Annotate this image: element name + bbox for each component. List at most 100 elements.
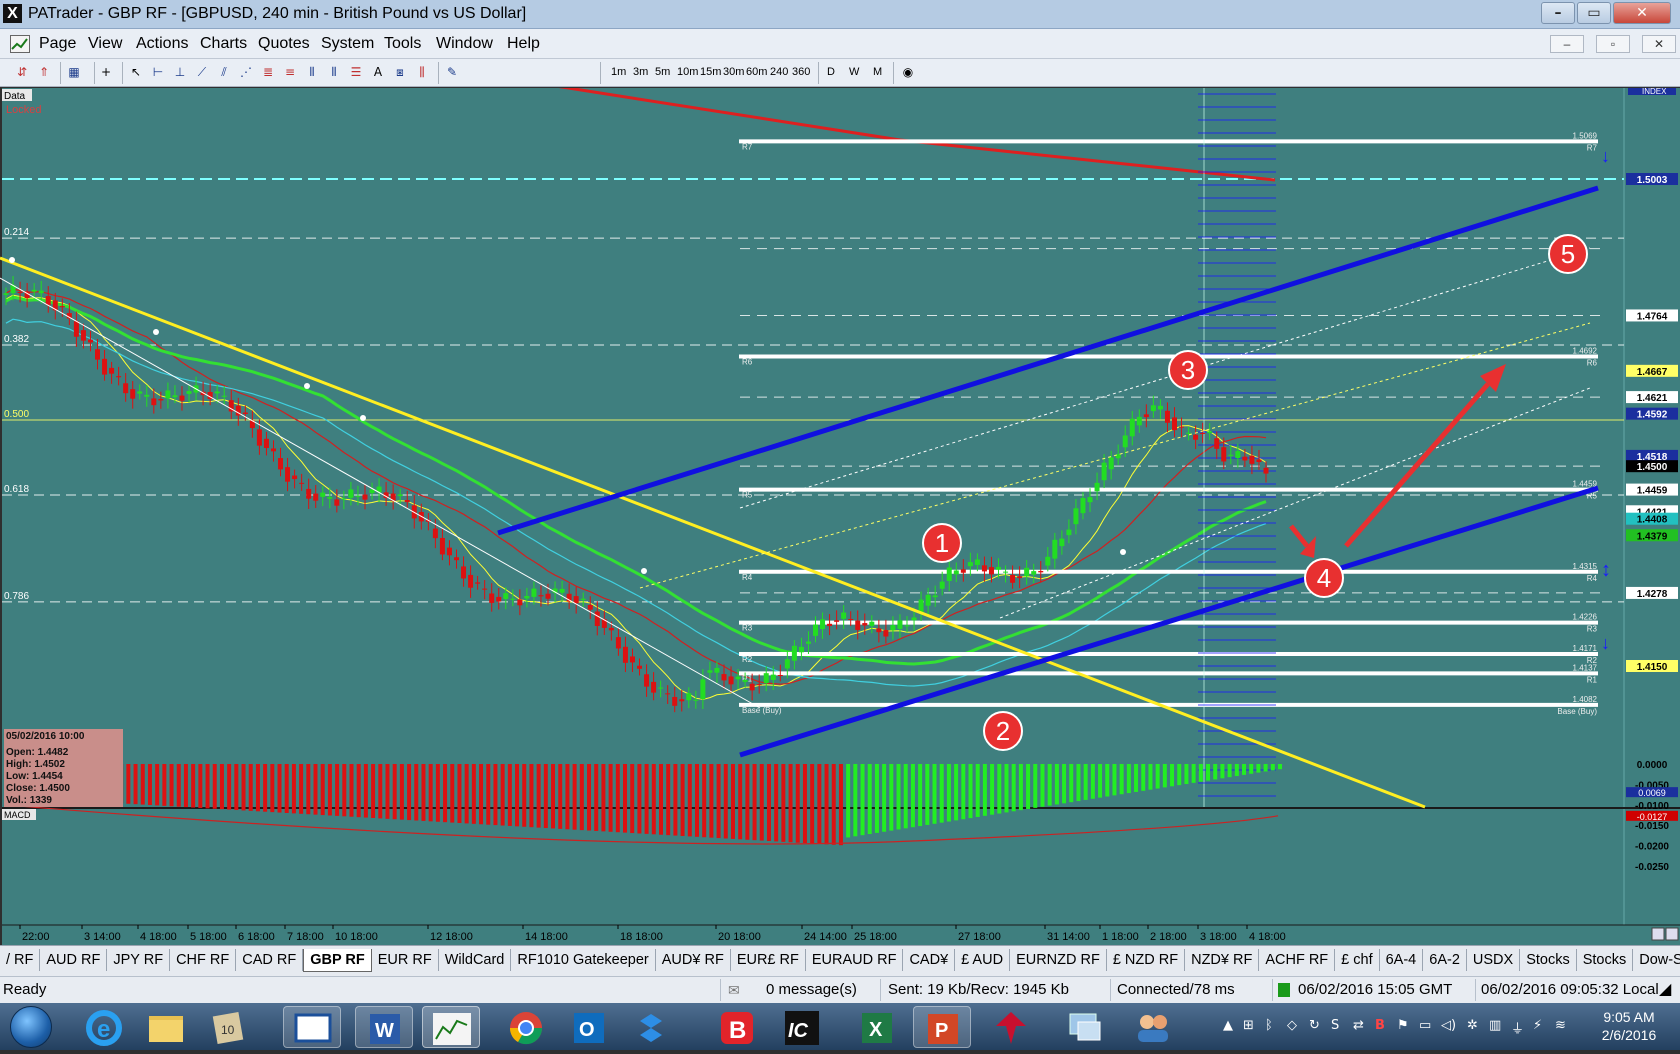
trendline-icon[interactable]: ⟋ bbox=[194, 64, 210, 80]
menu-tools[interactable]: Tools bbox=[384, 35, 421, 53]
tf-1m[interactable]: 1m bbox=[611, 66, 626, 78]
settings-tray-icon[interactable]: ✲ bbox=[1467, 1018, 1478, 1033]
crosshair-icon[interactable]: + bbox=[98, 64, 114, 80]
tab-rf-0[interactable]: / RF bbox=[0, 949, 41, 971]
pivot-icon[interactable]: ☰ bbox=[348, 64, 364, 80]
eagle-app-icon[interactable] bbox=[982, 1006, 1040, 1048]
tab-6a-4-19[interactable]: 6A-4 bbox=[1380, 949, 1424, 971]
menu-quotes[interactable]: Quotes bbox=[258, 35, 310, 53]
pointer-icon[interactable]: ↖ bbox=[128, 64, 144, 80]
teamviewer-tray-icon[interactable]: ⇄ bbox=[1353, 1018, 1364, 1033]
status-messages[interactable]: 0 message(s) bbox=[766, 981, 857, 998]
price-chart[interactable]: 22:00 3 14:00 4 18:00 5 18:00 6 18:00 7 18:00… bbox=[0, 80, 1680, 945]
skype-tray-icon[interactable]: S bbox=[1331, 1018, 1339, 1033]
tab-achf-rf-17[interactable]: ACHF RF bbox=[1259, 949, 1336, 971]
tf-240[interactable]: 240 bbox=[770, 66, 788, 78]
network-app-icon[interactable] bbox=[1056, 1006, 1114, 1048]
b-tray-icon[interactable]: B bbox=[1375, 1018, 1385, 1033]
gann-icon[interactable]: ⧆ bbox=[392, 64, 408, 80]
wifi-tray-icon[interactable]: ≋ bbox=[1555, 1018, 1566, 1033]
fib-extension-icon[interactable]: ≡ bbox=[282, 64, 298, 80]
mdi-restore-button[interactable]: ▫ bbox=[1596, 35, 1630, 53]
chart-scroll-icon[interactable] bbox=[1665, 927, 1679, 941]
resize-grip-icon[interactable]: ◢ bbox=[1659, 979, 1671, 999]
close-button[interactable]: ✕ bbox=[1613, 2, 1671, 24]
fib-retracement-icon[interactable]: ≣ bbox=[260, 64, 276, 80]
tab-chf-18[interactable]: £ chf bbox=[1335, 949, 1380, 971]
menu-charts[interactable]: Charts bbox=[200, 35, 247, 53]
usb-tray-icon[interactable]: ⏚ bbox=[1511, 1018, 1524, 1037]
fib-time-icon[interactable]: ⫴ bbox=[304, 64, 320, 80]
tf-monthly[interactable]: M bbox=[873, 66, 882, 78]
tab-euraud-rf-11[interactable]: EURAUD RF bbox=[806, 949, 904, 971]
mdi-close-button[interactable]: ✕ bbox=[1642, 35, 1676, 53]
powerpoint-icon[interactable]: P bbox=[913, 1006, 971, 1048]
tab-eurnzd-rf-14[interactable]: EURNZD RF bbox=[1010, 949, 1107, 971]
b-app-icon[interactable]: B bbox=[708, 1006, 766, 1048]
flag-tray-icon[interactable]: ⚑ bbox=[1397, 1018, 1409, 1033]
monitor-tray-icon[interactable]: ▭ bbox=[1419, 1018, 1431, 1033]
tab-6a-2-20[interactable]: 6A-2 bbox=[1423, 949, 1467, 971]
tab-rf1010-gatekeeper-8[interactable]: RF1010 Gatekeeper bbox=[511, 949, 656, 971]
tf-15m[interactable]: 15m bbox=[700, 66, 721, 78]
minimize-button[interactable]: – bbox=[1541, 2, 1575, 24]
bluetooth-tray-icon[interactable]: ᛒ bbox=[1265, 1018, 1273, 1033]
horizontal-line-icon[interactable]: ⊢ bbox=[150, 64, 166, 80]
calendar-app-icon[interactable]: 10 bbox=[199, 1006, 257, 1048]
tf-weekly[interactable]: W bbox=[849, 66, 859, 78]
tab-gbp-rf-5[interactable]: GBP RF bbox=[303, 949, 372, 972]
text-tool-icon[interactable]: A bbox=[370, 64, 386, 80]
chart-menu-icon[interactable] bbox=[10, 35, 30, 53]
buy-sell-icon[interactable]: ⇵ bbox=[14, 64, 30, 80]
menu-actions[interactable]: Actions bbox=[136, 35, 188, 53]
menu-help[interactable]: Help bbox=[507, 35, 540, 53]
taskbar-clock[interactable]: 9:05 AM 2/6/2016 bbox=[1584, 1008, 1674, 1044]
internet-explorer-icon[interactable]: e bbox=[75, 1006, 133, 1048]
tab-eur-rf-6[interactable]: EUR RF bbox=[372, 949, 439, 971]
volume-tray-icon[interactable]: ◁) bbox=[1441, 1018, 1456, 1033]
tf-60m[interactable]: 60m bbox=[746, 66, 767, 78]
tab-nzd-rf-15[interactable]: £ NZD RF bbox=[1107, 949, 1186, 971]
andrews-pitchfork-icon[interactable]: ⫼ bbox=[414, 64, 430, 80]
tf-5m[interactable]: 5m bbox=[655, 66, 670, 78]
window-app-icon[interactable] bbox=[283, 1006, 341, 1048]
tab-aud-13[interactable]: £ AUD bbox=[955, 949, 1011, 971]
users-app-icon[interactable] bbox=[1124, 1006, 1182, 1048]
word-icon[interactable]: W bbox=[355, 1006, 413, 1048]
chart-settings-icon[interactable] bbox=[1651, 927, 1665, 941]
sync-tray-icon[interactable]: ↻ bbox=[1309, 1018, 1320, 1033]
tab-dow-sp-24[interactable]: Dow-SP bbox=[1633, 949, 1680, 971]
windows-flag-tray-icon[interactable]: ⊞ bbox=[1243, 1018, 1254, 1033]
file-explorer-icon[interactable] bbox=[137, 1006, 195, 1048]
ic-app-icon[interactable]: IC bbox=[773, 1006, 831, 1048]
chart-area[interactable]: 22:00 3 14:00 4 18:00 5 18:00 6 18:00 7 18:00… bbox=[0, 80, 1680, 945]
draw-pen-icon[interactable]: ✎ bbox=[444, 64, 460, 80]
cycle-lines-icon[interactable]: ⦀ bbox=[326, 64, 342, 80]
clock-icon[interactable]: ◉ bbox=[900, 64, 916, 80]
network-tray-icon[interactable]: ▥ bbox=[1489, 1018, 1501, 1033]
tab-aud-rf-1[interactable]: AUD RF bbox=[40, 949, 108, 971]
tab-cad-rf-4[interactable]: CAD RF bbox=[236, 949, 304, 971]
outlook-icon[interactable]: O bbox=[560, 1006, 618, 1048]
menu-page[interactable]: Page bbox=[39, 35, 76, 53]
excel-icon[interactable]: X bbox=[848, 1006, 906, 1048]
tab-eur-rf-10[interactable]: EUR£ RF bbox=[731, 949, 806, 971]
tf-10m[interactable]: 10m bbox=[677, 66, 698, 78]
tab-nzd-rf-16[interactable]: NZD¥ RF bbox=[1185, 949, 1260, 971]
tf-30m[interactable]: 30m bbox=[723, 66, 744, 78]
order-icon[interactable]: ⇑ bbox=[36, 64, 52, 80]
menu-view[interactable]: View bbox=[88, 35, 122, 53]
show-hidden-icons[interactable]: ▲ bbox=[1223, 1018, 1233, 1033]
tf-360[interactable]: 360 bbox=[792, 66, 810, 78]
vertical-line-icon[interactable]: ⊥ bbox=[172, 64, 188, 80]
tf-daily[interactable]: D bbox=[827, 66, 835, 78]
mdi-minimize-button[interactable]: – bbox=[1550, 35, 1584, 53]
tab-aud-rf-9[interactable]: AUD¥ RF bbox=[656, 949, 731, 971]
dropbox-icon[interactable] bbox=[622, 1006, 680, 1048]
tab-cad-12[interactable]: CAD¥ bbox=[903, 949, 956, 971]
menu-system[interactable]: System bbox=[321, 35, 374, 53]
message-envelope-icon[interactable]: ✉ bbox=[728, 982, 740, 999]
chart-type-icon[interactable]: ▦ bbox=[66, 64, 82, 80]
fib-fan-icon[interactable]: ⋰ bbox=[238, 64, 254, 80]
tab-jpy-rf-2[interactable]: JPY RF bbox=[107, 949, 171, 971]
